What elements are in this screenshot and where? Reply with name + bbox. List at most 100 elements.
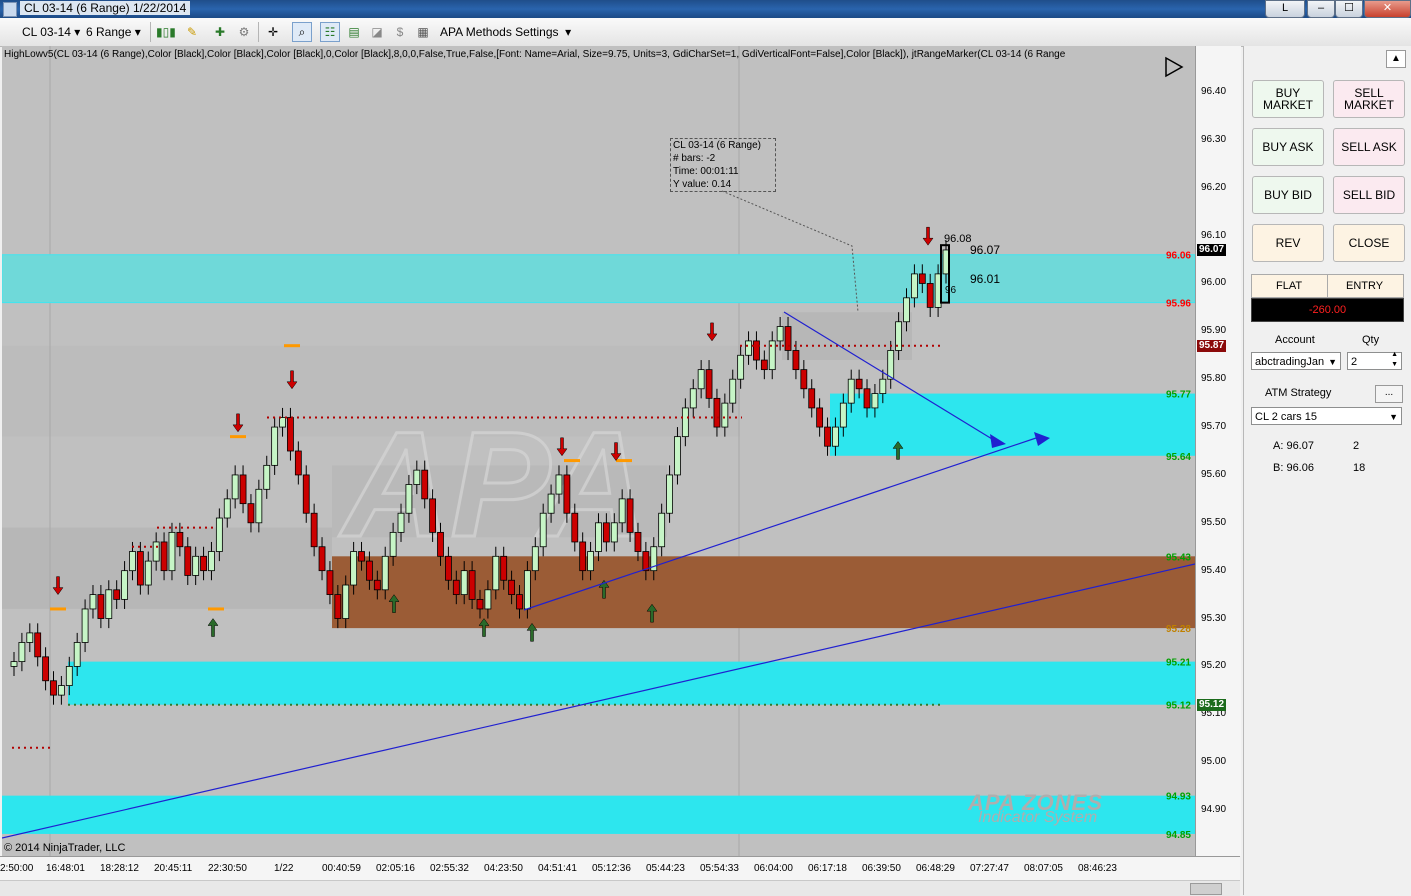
candle-body <box>136 551 144 586</box>
candle-body <box>500 555 508 581</box>
zoom-icon[interactable]: ⌕ <box>292 22 312 42</box>
scroll-up-button[interactable]: ▲ <box>1386 50 1406 68</box>
candle-body <box>658 512 666 548</box>
candle-body <box>871 393 879 409</box>
candle-body <box>681 407 689 438</box>
reverse-button[interactable]: REV <box>1252 224 1324 262</box>
sell-ask-button[interactable]: SELL ASK <box>1333 128 1405 166</box>
chart-trader-icon[interactable]: ◪ <box>367 22 387 42</box>
close-position-button[interactable]: CLOSE <box>1333 224 1405 262</box>
candle-body <box>184 546 192 576</box>
candle-body <box>911 273 918 299</box>
candle-body <box>595 522 602 552</box>
chevron-down-icon: ▼ <box>1389 412 1398 422</box>
candlestick-icon[interactable]: ▮▯▮ <box>155 22 176 42</box>
candle-body <box>618 498 626 524</box>
apa-methods-menu[interactable]: APA Methods Settings ▾ <box>440 25 571 39</box>
candle-body <box>855 378 863 390</box>
horizontal-scrollbar[interactable] <box>0 880 1240 896</box>
time-tick-label: 06:17:18 <box>808 863 847 874</box>
pencil-icon[interactable]: ✎ <box>182 22 202 42</box>
app-icon <box>3 2 17 17</box>
candle-body <box>223 498 231 519</box>
price-chart[interactable]: APA 96.06 95.96 95.77 95.64 95.43 95.28 95.21 95… <box>2 46 1195 856</box>
qty-stepper[interactable]: 2 ▲ ▼ <box>1347 350 1402 370</box>
candle-body <box>342 584 350 619</box>
price-annotation: 96.01 <box>970 272 1001 286</box>
add-indicator-icon[interactable]: ✚ <box>210 22 230 42</box>
sell-ask-label: SELL ASK <box>1341 140 1397 154</box>
candle-body <box>579 541 587 572</box>
crosshair-icon[interactable]: ✛ <box>263 22 283 42</box>
time-tick-label: 08:46:23 <box>1078 863 1117 874</box>
candle-body <box>847 378 855 404</box>
candle-body <box>239 474 247 505</box>
buy-market-button[interactable]: BUY MARKET <box>1252 80 1324 118</box>
candle-body <box>168 531 176 572</box>
window-title: CL 03-14 (6 Range) 1/22/2014 <box>20 1 191 15</box>
properties-icon[interactable]: ☷ <box>320 22 340 42</box>
account-select[interactable]: abctradingJan ▼ <box>1251 352 1341 370</box>
instrument-selector[interactable]: CL 03-14 ▾ <box>22 25 80 39</box>
candle-body <box>200 555 207 572</box>
candle-body <box>160 541 168 572</box>
time-tick-label: 22:30:50 <box>208 863 247 874</box>
candle-body <box>208 551 215 572</box>
candle-body <box>18 642 26 663</box>
buy-ask-button[interactable]: BUY ASK <box>1252 128 1324 166</box>
candle-body <box>429 498 437 533</box>
maximize-button[interactable]: ☐ <box>1335 0 1363 18</box>
support-price-badge: 95.12 <box>1197 698 1227 711</box>
close-button[interactable]: ✕ <box>1364 0 1411 18</box>
candle-body <box>326 570 334 596</box>
sell-market-label: SELL MARKET <box>1343 86 1394 112</box>
sell-market-button[interactable]: SELL MARKET <box>1333 80 1405 118</box>
time-tick-label: 04:23:50 <box>484 863 523 874</box>
template-icon[interactable]: ▦ <box>413 22 433 42</box>
supply-demand-zone <box>68 661 1195 705</box>
candle-body <box>484 589 492 610</box>
tooltip-line: Y value: 0.14 <box>673 179 732 190</box>
candle-body <box>571 512 579 543</box>
price-axis[interactable]: 96.40 96.30 96.20 96.10 96.00 95.90 95.80 95.70… <box>1195 46 1241 856</box>
measure-tooltip: CL 03-14 (6 Range) # bars: -2 Time: 00:0… <box>670 138 776 192</box>
candle-body <box>10 661 18 667</box>
scrollbar-thumb[interactable] <box>1190 883 1222 895</box>
candle-body <box>73 642 81 667</box>
strategy-icon[interactable]: ⚙ <box>234 22 254 42</box>
period-selector[interactable]: 6 Range ▾ <box>86 25 141 39</box>
zone-price-label: 95.21 <box>1166 658 1191 669</box>
candle-body <box>784 326 792 351</box>
time-axis[interactable]: 2:50:00 16:48:01 18:28:12 20:45:11 22:30:50 1… <box>0 856 1240 881</box>
zone-price-label: 95.64 <box>1166 452 1191 463</box>
qty-label: Qty <box>1362 334 1380 346</box>
candle-body <box>287 417 294 452</box>
candle-body <box>105 589 113 619</box>
buy-bid-button[interactable]: BUY BID <box>1252 176 1324 214</box>
sell-bid-button[interactable]: SELL BID <box>1333 176 1405 214</box>
zone-price-label: 94.85 <box>1166 830 1191 841</box>
chart-trader-panel: ▲ BUY MARKET SELL MARKET BUY ASK SELL AS… <box>1243 46 1411 895</box>
price-tick-label: 95.00 <box>1201 756 1227 768</box>
candle-body <box>918 273 926 284</box>
entry-label: ENTRY <box>1346 280 1384 292</box>
price-tick-label: 95.80 <box>1201 373 1227 385</box>
stepper-arrows-icon[interactable]: ▲ ▼ <box>1391 350 1398 370</box>
qty-value: 2 <box>1351 356 1358 368</box>
data-box-icon[interactable]: ▤ <box>344 22 364 42</box>
instrument-label: CL 03-14 <box>22 25 71 39</box>
chart-toolbar: CL 03-14 ▾ 6 Range ▾ ▮▯▮ ✎ ✚ ⚙ ✛ ⌕ ☷ ▤ ◪… <box>0 18 1411 47</box>
dollar-icon[interactable]: $ <box>390 22 410 42</box>
candle-body <box>294 450 302 476</box>
candle-body <box>215 517 223 552</box>
sell-bid-label: SELL BID <box>1342 188 1396 202</box>
candle-body <box>745 340 752 356</box>
minimize-button[interactable]: – <box>1307 0 1335 18</box>
link-button[interactable]: L <box>1265 0 1305 18</box>
atm-strategy-select[interactable]: CL 2 cars 15 ▼ <box>1251 407 1402 425</box>
candle-body <box>121 570 128 600</box>
price-tick-label: 96.30 <box>1201 133 1227 145</box>
atm-options-button[interactable]: ... <box>1375 385 1403 403</box>
price-tick-label: 95.30 <box>1201 612 1227 624</box>
candle-body <box>626 498 634 533</box>
